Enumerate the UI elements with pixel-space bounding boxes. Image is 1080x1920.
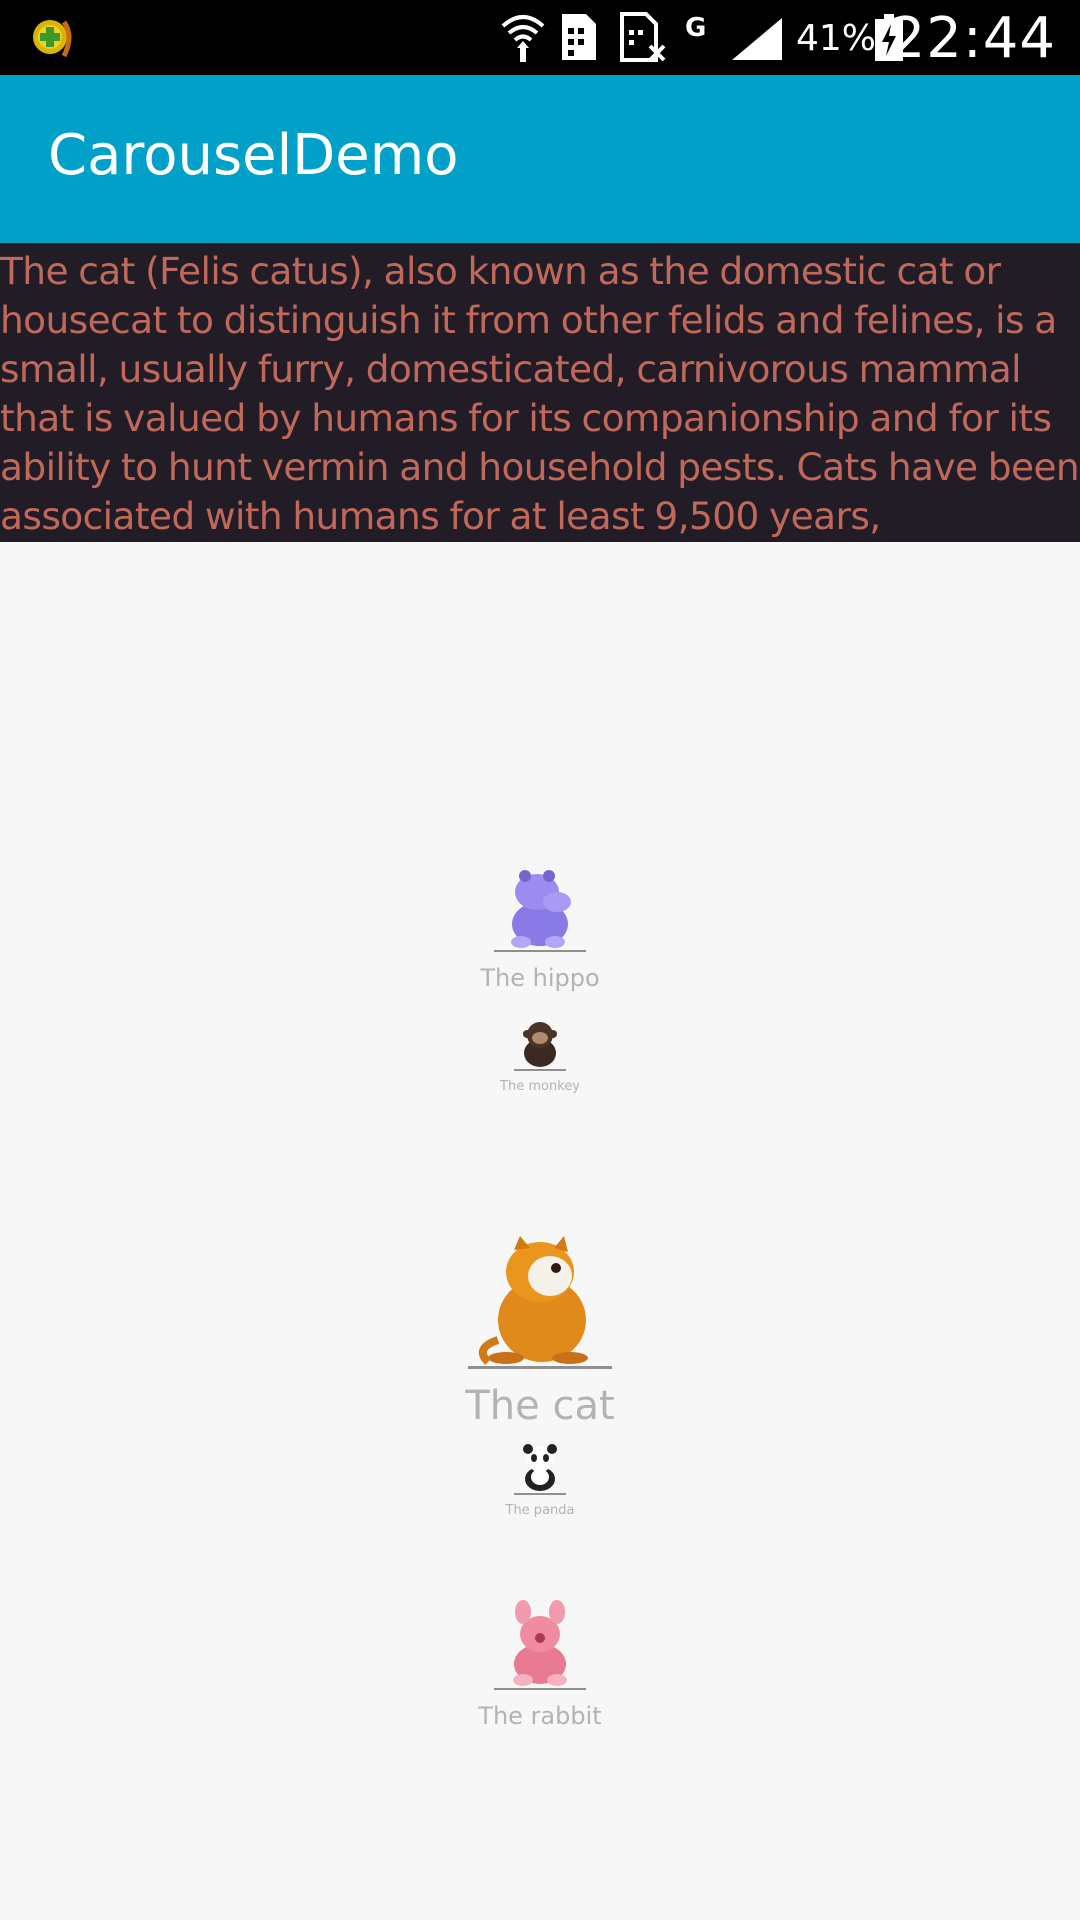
- cat-icon: [478, 1236, 588, 1365]
- monkey-icon: [523, 1022, 557, 1067]
- carousel-item-rabbit[interactable]: The rabbit: [460, 1600, 620, 1730]
- item-divider: [514, 1493, 566, 1495]
- panda-icon: [523, 1444, 557, 1491]
- item-label: The hippo: [480, 964, 600, 992]
- no-sim-icon: [620, 12, 666, 62]
- signal-icon: [732, 18, 782, 60]
- battery-percent: 41%: [796, 18, 877, 59]
- app-notification-icon: [33, 20, 72, 58]
- carousel-item-panda[interactable]: The panda: [490, 1443, 590, 1518]
- carousel-item-monkey[interactable]: The monkey: [490, 1017, 590, 1094]
- item-divider: [494, 1688, 586, 1690]
- carousel[interactable]: The hippo The monkey The cat The panda T…: [0, 542, 1080, 1920]
- item-label: The panda: [505, 1503, 575, 1518]
- clock: 22:44: [889, 6, 1056, 71]
- description-panel: The cat (Felis catus), also known as the…: [0, 243, 1080, 542]
- rabbit-icon: [513, 1600, 567, 1686]
- status-bar: G 41% 22:44: [0, 0, 1080, 75]
- item-divider: [468, 1366, 612, 1369]
- sim-card-icon: [562, 14, 596, 60]
- hippo-icon: [511, 870, 571, 948]
- item-divider: [494, 950, 586, 952]
- carousel-item-cat[interactable]: The cat: [460, 1230, 620, 1429]
- app-bar: CarouselDemo: [0, 75, 1080, 243]
- wifi-icon: [501, 15, 545, 62]
- carousel-item-hippo[interactable]: The hippo: [460, 862, 620, 992]
- app-title: CarouselDemo: [48, 123, 459, 188]
- item-label: The monkey: [500, 1079, 580, 1094]
- item-label: The rabbit: [478, 1702, 602, 1730]
- svg-text:G: G: [685, 13, 706, 42]
- item-label: The cat: [465, 1383, 615, 1429]
- item-divider: [514, 1069, 566, 1071]
- g-network-icon: G: [685, 13, 706, 42]
- description-text: The cat (Felis catus), also known as the…: [0, 249, 1080, 538]
